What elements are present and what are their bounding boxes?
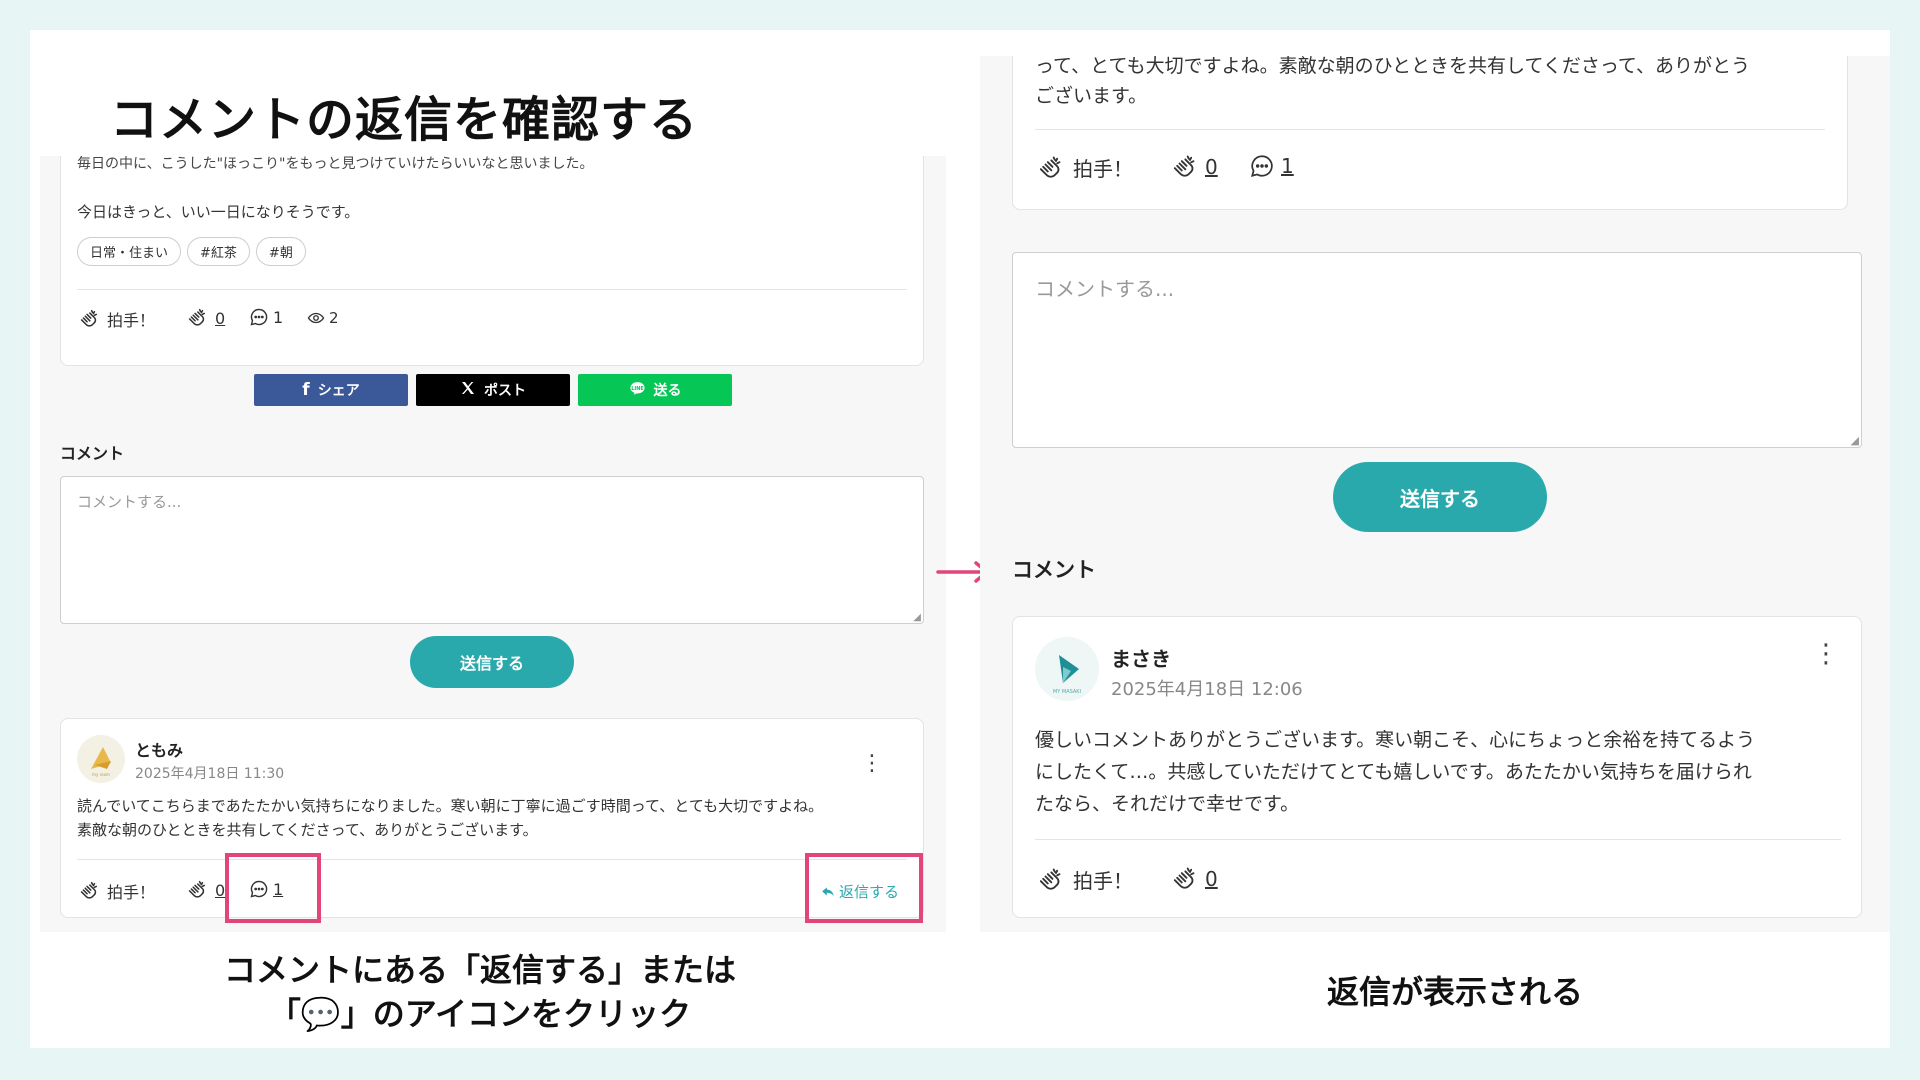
highlight-reply-count <box>225 853 321 923</box>
comment-textarea[interactable]: コメントする... ◢ <box>60 476 924 624</box>
reply-body-line2: にしたくて…。共感していただけてとても嬉しいです。あたたかい気持ちを届けられ <box>1035 761 1752 783</box>
send-button[interactable]: 送信する <box>1333 462 1547 532</box>
clap-icon <box>1169 865 1197 893</box>
clap-button[interactable]: 拍手！ <box>1035 865 1133 894</box>
clap-label: 拍手！ <box>107 883 156 902</box>
page-title: コメントの返信を確認する <box>110 92 699 148</box>
comment-author[interactable]: ともみ <box>135 737 183 761</box>
clap-button[interactable]: 拍手！ <box>77 879 155 903</box>
divider <box>1035 129 1825 130</box>
view-count: 2 <box>307 309 339 327</box>
reply-body-line1: 優しいコメントありがとうございます。寒い朝こそ、心にちょっと余裕を持てるよう <box>1035 729 1756 751</box>
comment-card-top: って、とても大切ですよね。素敵な朝のひとときを共有してくださって、ありがとう ご… <box>1012 56 1848 210</box>
clap-icon <box>1169 153 1197 181</box>
comment-count-button[interactable]: 1 <box>249 307 283 327</box>
resize-handle[interactable]: ◢ <box>913 612 921 623</box>
comment-icon <box>1249 153 1275 179</box>
comment-count: 1 <box>273 307 284 327</box>
clap-count-link[interactable]: 0 <box>185 879 225 901</box>
send-button[interactable]: 送信する <box>410 636 574 688</box>
comment-heading: コメント <box>60 444 125 463</box>
line-send-button[interactable]: LINE 送る <box>578 374 732 406</box>
avatar[interactable]: MY MASAKI <box>1035 637 1099 701</box>
comment-count: 1 <box>1281 154 1294 178</box>
reply-body-line3: たなら、それだけで幸せです。 <box>1035 793 1300 815</box>
right-screenshot: って、とても大切ですよね。素敵な朝のひとときを共有してくださって、ありがとう ご… <box>980 56 1890 932</box>
facebook-share-button[interactable]: f シェア <box>254 374 408 406</box>
facebook-icon: f <box>302 380 310 400</box>
clap-count-link[interactable]: 0 <box>1169 153 1218 181</box>
avatar[interactable]: my room <box>77 735 125 783</box>
clap-count: 0 <box>1205 155 1218 179</box>
eye-icon <box>307 309 325 327</box>
top-cut-text: って、とても大切ですよね。素敵な朝のひとときを共有してくださって、ありがとう <box>1035 56 1750 77</box>
comment-icon <box>249 307 269 327</box>
top-text: ございます。 <box>1035 85 1148 107</box>
right-caption: 返信が表示される <box>1326 973 1583 1011</box>
clap-count: 0 <box>215 308 226 328</box>
article-card: 毎日の中に、こうした"ほっこり"をもっと見つけていけたらいいなと思いました。 今… <box>60 156 924 366</box>
clap-icon <box>77 308 99 330</box>
view-count-value: 2 <box>329 309 339 327</box>
comment-body-line2: 素敵な朝のひとときを共有してくださって、ありがとうございます。 <box>77 821 538 839</box>
comment-body-line1: 読んでいてこちらまであたたかい気持ちになりました。寒い朝に丁寧に過ごす時間って、… <box>77 797 824 815</box>
clap-label: 拍手！ <box>1073 157 1133 181</box>
kebab-menu-icon[interactable]: ⋮ <box>861 751 883 776</box>
clap-count-link[interactable]: 0 <box>185 307 225 329</box>
kebab-menu-icon[interactable]: ⋮ <box>1813 639 1839 669</box>
svg-text:my room: my room <box>92 772 110 777</box>
reply-date: 2025年4月18日 12:06 <box>1111 679 1303 700</box>
x-logo-icon <box>460 380 476 400</box>
clap-label: 拍手！ <box>1073 869 1133 893</box>
comment-heading: コメント <box>1012 558 1096 582</box>
divider <box>77 859 907 860</box>
left-caption: コメントにある「返信する」または 「💬」のアイコンをクリック <box>110 948 850 1036</box>
svg-text:MY MASAKI: MY MASAKI <box>1053 689 1081 695</box>
left-caption-line1: コメントにある「返信する」または <box>223 951 736 989</box>
comment-placeholder: コメントする... <box>1035 277 1175 301</box>
clap-icon <box>77 880 99 902</box>
clap-icon <box>1035 154 1063 182</box>
comment-placeholder: コメントする... <box>77 493 182 511</box>
clap-button[interactable]: 拍手！ <box>1035 153 1133 182</box>
reply-card: MY MASAKI まさき 2025年4月18日 12:06 ⋮ 優しいコメント… <box>1012 616 1862 918</box>
comment-count-button[interactable]: 1 <box>1249 153 1294 179</box>
facebook-share-label: シェア <box>317 383 360 399</box>
x-post-button[interactable]: ポスト <box>416 374 570 406</box>
line-send-label: 送る <box>653 383 682 399</box>
tag-item[interactable]: 日常・住まい <box>77 237 182 266</box>
divider <box>77 289 907 290</box>
svg-text:LINE: LINE <box>631 385 644 391</box>
tag-list: 日常・住まい #紅茶 #朝 <box>77 237 312 266</box>
clap-button[interactable]: 拍手！ <box>77 307 155 331</box>
comment-textarea[interactable]: コメントする... ◢ <box>1012 252 1862 448</box>
clap-count: 0 <box>215 880 226 900</box>
comment-date: 2025年4月18日 11:30 <box>135 766 285 782</box>
clap-label: 拍手！ <box>107 311 156 330</box>
reply-author[interactable]: まさき <box>1111 643 1171 672</box>
x-post-label: ポスト <box>484 383 526 399</box>
clap-icon <box>185 879 207 901</box>
left-caption-line2: 「💬」のアイコンをクリック <box>268 995 692 1033</box>
clap-icon <box>185 307 207 329</box>
article-cut-text: 毎日の中に、こうした"ほっこり"をもっと見つけていけたらいいなと思いました。 <box>77 156 594 172</box>
tag-item[interactable]: #朝 <box>255 237 306 266</box>
clap-count-link[interactable]: 0 <box>1169 865 1218 893</box>
line-icon: LINE <box>629 380 646 401</box>
tag-item[interactable]: #紅茶 <box>187 237 250 266</box>
article-text: 今日はきっと、いい一日になりそうです。 <box>77 203 360 221</box>
clap-icon <box>1035 866 1063 894</box>
resize-handle[interactable]: ◢ <box>1851 434 1859 447</box>
highlight-reply-button <box>805 853 923 923</box>
divider <box>1035 839 1841 840</box>
left-screenshot: 毎日の中に、こうした"ほっこり"をもっと見つけていけたらいいなと思いました。 今… <box>40 156 946 932</box>
comment-card: my room ともみ 2025年4月18日 11:30 ⋮ 読んでいてこちらま… <box>60 718 924 918</box>
clap-count: 0 <box>1205 867 1218 891</box>
